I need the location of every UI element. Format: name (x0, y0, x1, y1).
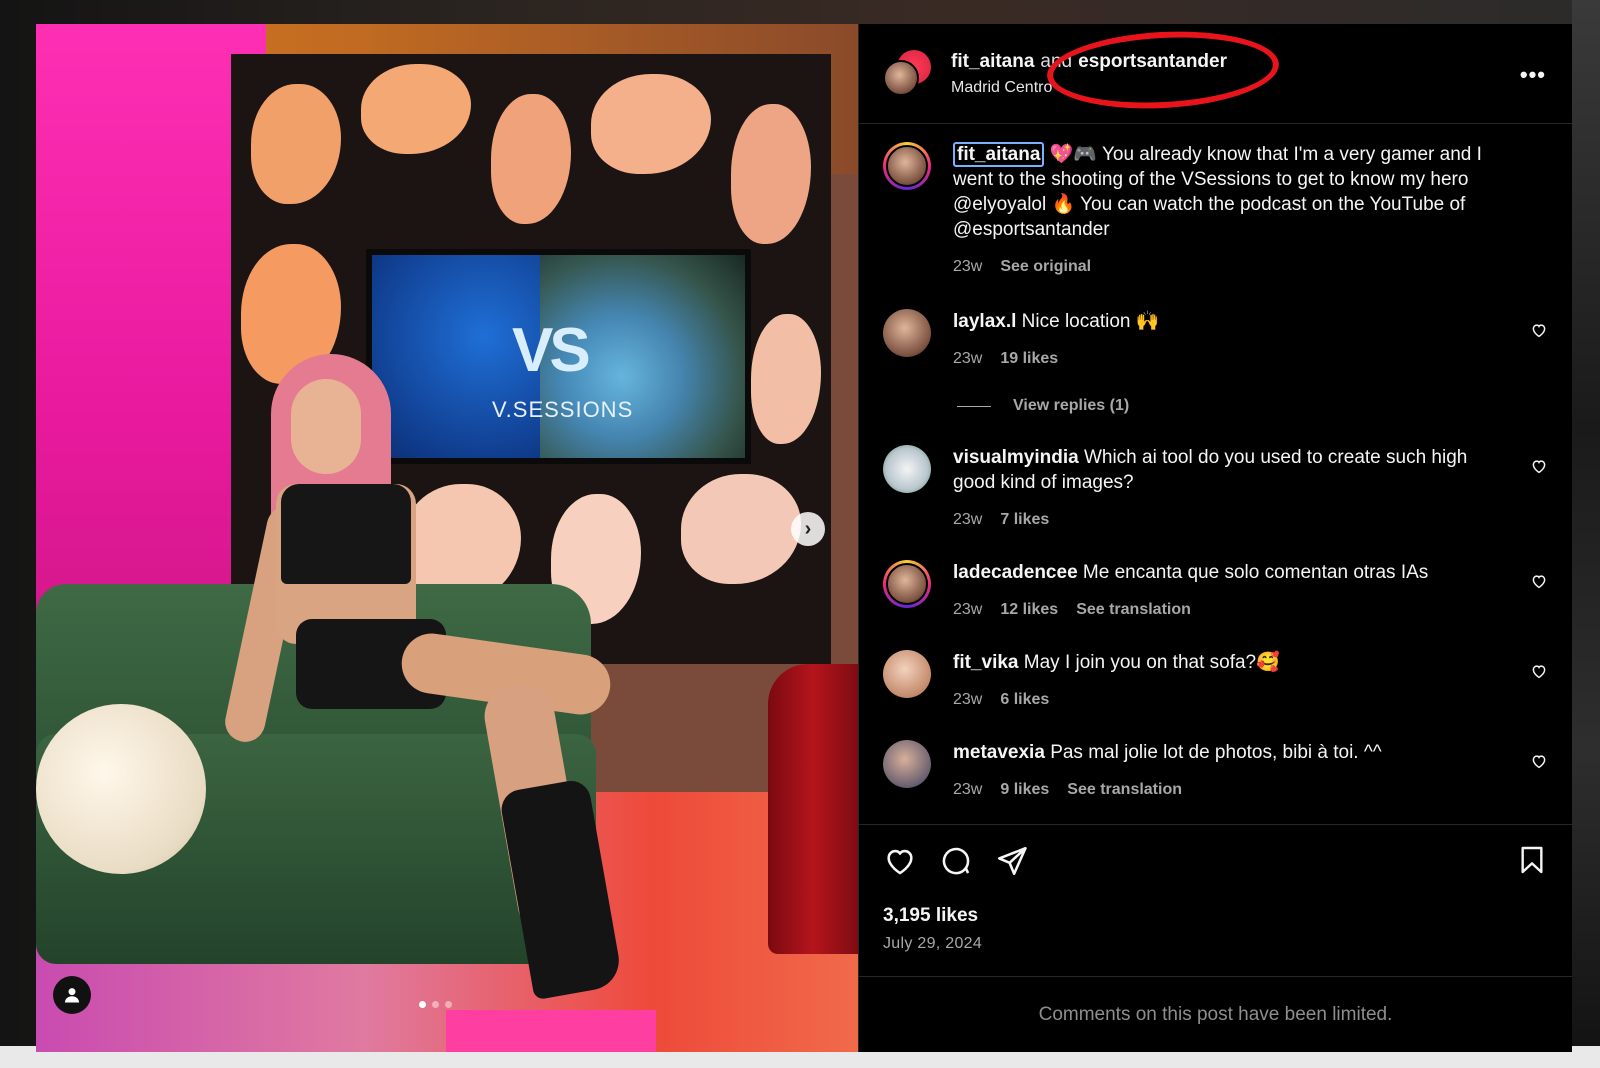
user-icon[interactable] (53, 976, 91, 1014)
comment-icon[interactable] (939, 844, 973, 878)
post-modal: VS V.SESSIONS › fit_aitana and esportsan… (36, 24, 1572, 1052)
comment-row: ladecadencee Me encanta que solo comenta… (883, 560, 1548, 622)
post-actions: 3,195 likes July 29, 2024 (859, 824, 1572, 976)
comment-avatar[interactable] (883, 445, 931, 493)
comment-body: metavexia Pas mal jolie lot de photos, b… (953, 740, 1548, 802)
bookmark-icon[interactable] (1516, 843, 1548, 877)
comment-body: ladecadencee Me encanta que solo comenta… (953, 560, 1548, 622)
comment-meta: 23w 9 likes See translation (953, 777, 1506, 802)
comment-row: laylax.l Nice location 🙌 23w 19 likes (883, 309, 1548, 371)
post-date[interactable]: July 29, 2024 (883, 935, 1548, 953)
author-avatars[interactable] (883, 49, 931, 98)
caption-time: 23w (953, 258, 983, 275)
post-header-names: fit_aitana and esportsantander Madrid Cent… (951, 51, 1227, 97)
chevron-right-icon[interactable]: › (791, 512, 825, 546)
comment-time: 23w (953, 601, 983, 618)
more-icon[interactable]: ••• (1520, 62, 1546, 88)
comment-username[interactable]: visualmyindia (953, 447, 1079, 468)
comment-row: fit_vika May I join you on that sofa?🥰 2… (883, 650, 1548, 712)
comment-time: 23w (953, 511, 983, 528)
heart-icon[interactable] (1530, 457, 1548, 475)
comment-likes[interactable]: 19 likes (1000, 346, 1058, 371)
comment-body: laylax.l Nice location 🙌 23w 19 likes (953, 309, 1548, 371)
comment-row: visualmyindia Which ai tool do you used … (883, 445, 1548, 532)
and-word: and (1040, 50, 1073, 72)
view-replies-label[interactable]: View replies (1) (1013, 397, 1129, 415)
see-original-link[interactable]: See original (1000, 254, 1091, 279)
comment-avatar[interactable] (883, 650, 931, 698)
comment-body: fit_vika May I join you on that sofa?🥰 2… (953, 650, 1548, 712)
comment-avatar[interactable] (883, 560, 931, 608)
see-translation-link[interactable]: See translation (1067, 777, 1182, 802)
heart-icon[interactable] (1530, 321, 1548, 339)
heart-icon[interactable] (1530, 752, 1548, 770)
photo-person (221, 354, 646, 1001)
caption-username[interactable]: fit_aitana (953, 142, 1045, 167)
caption-avatar[interactable] (883, 142, 931, 190)
carousel-indicator (419, 1001, 452, 1008)
comment-text: Nice location 🙌 (1021, 311, 1160, 332)
photo-red-chair (768, 664, 858, 954)
post-media[interactable]: VS V.SESSIONS › (36, 24, 858, 1052)
comment-likes[interactable]: 6 likes (1000, 687, 1049, 712)
caption-meta: 23w See original (953, 254, 1506, 279)
collaborator-username[interactable]: esportsantander (1078, 51, 1227, 72)
comment-meta: 23w 6 likes (953, 687, 1506, 712)
likes-count[interactable]: 3,195 likes (883, 905, 1548, 927)
heart-icon[interactable] (883, 844, 917, 878)
comment-likes[interactable]: 7 likes (1000, 507, 1049, 532)
carousel-dot (432, 1001, 439, 1008)
photo-floor-rug (446, 1010, 656, 1052)
comment-text: Pas mal jolie lot de photos, bibi à toi.… (1050, 742, 1382, 763)
comment-meta: 23w 7 likes (953, 507, 1506, 532)
comment-row: metavexia Pas mal jolie lot de photos, b… (883, 740, 1548, 802)
caption-body: fit_aitana 💖🎮 You already know that I'm … (953, 142, 1548, 279)
comment-likes[interactable]: 9 likes (1000, 777, 1049, 802)
action-icons (883, 841, 1548, 881)
author-line: fit_aitana and esportsantander (951, 51, 1227, 73)
comment-meta: 23w 19 likes (953, 346, 1506, 371)
replies-divider (957, 405, 991, 407)
view-replies-button[interactable]: View replies (1) (957, 397, 1548, 415)
post-header: fit_aitana and esportsantander Madrid Cent… (859, 24, 1572, 124)
comment-avatar[interactable] (883, 740, 931, 788)
carousel-dot (445, 1001, 452, 1008)
comment-username[interactable]: fit_vika (953, 652, 1018, 673)
heart-icon[interactable] (1530, 572, 1548, 590)
comment-time: 23w (953, 691, 983, 708)
post-location[interactable]: Madrid Centro (951, 79, 1227, 97)
see-translation-link[interactable]: See translation (1076, 597, 1191, 622)
comment-meta: 23w 12 likes See translation (953, 597, 1506, 622)
heart-icon[interactable] (1530, 662, 1548, 680)
comment-body: visualmyindia Which ai tool do you used … (953, 445, 1548, 532)
share-icon[interactable] (995, 844, 1029, 878)
comment-username[interactable]: ladecadencee (953, 562, 1078, 583)
author-username[interactable]: fit_aitana (951, 51, 1034, 72)
comments-limited-notice: Comments on this post have been limited. (859, 976, 1572, 1052)
comment-username[interactable]: metavexia (953, 742, 1045, 763)
author-avatar[interactable] (883, 59, 919, 96)
comment-time: 23w (953, 350, 983, 367)
post-photo: VS V.SESSIONS (36, 24, 858, 1052)
comment-time: 23w (953, 781, 983, 798)
comment-avatar[interactable] (883, 309, 931, 357)
comment-username[interactable]: laylax.l (953, 311, 1016, 332)
backdrop-right-edge (1572, 0, 1600, 1068)
caption-row: fit_aitana 💖🎮 You already know that I'm … (883, 142, 1548, 279)
comment-text: Me encanta que solo comentan otras IAs (1082, 562, 1429, 583)
comment-text: May I join you on that sofa?🥰 (1023, 652, 1280, 673)
comments-list[interactable]: fit_aitana 💖🎮 You already know that I'm … (859, 124, 1572, 824)
comment-likes[interactable]: 12 likes (1000, 597, 1058, 622)
post-side-panel: fit_aitana and esportsantander Madrid Cent… (858, 24, 1572, 1052)
carousel-dot (419, 1001, 426, 1008)
